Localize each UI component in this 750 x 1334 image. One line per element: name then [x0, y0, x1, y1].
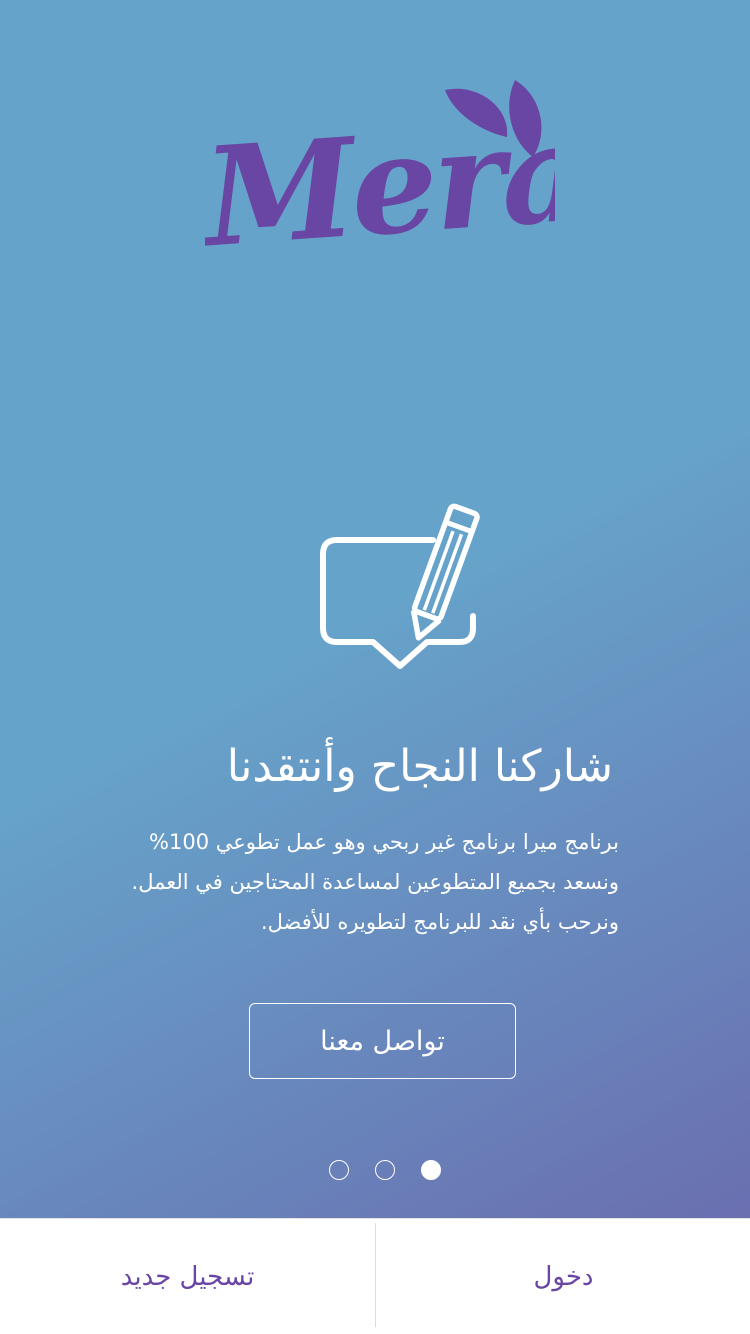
contact-us-button[interactable]: تواصل معنا — [249, 1003, 516, 1079]
mera-logo: Mera — [205, 80, 555, 275]
slide-headline: شاركنا النجاح وأنتقدنا — [226, 741, 613, 792]
logo-text: Mera — [205, 92, 555, 275]
page-dot[interactable] — [329, 1160, 349, 1180]
page-dot[interactable] — [375, 1160, 395, 1180]
description-line: ونرحب بأي نقد للبرنامج لتطويره للأفضل. — [260, 910, 619, 934]
onboarding-slide[interactable]: Mera شاركنا النجاح وأنتقدنا برنامج ميرا … — [0, 0, 750, 1218]
edit-note-icon — [320, 503, 480, 669]
slide-description: برنامج ميرا برنامج غير ربحي وهو عمل تطوع… — [59, 822, 619, 942]
page-indicator — [329, 1160, 445, 1186]
register-button[interactable]: تسجيل جديد — [0, 1219, 375, 1334]
bottom-action-bar: تسجيل جديد دخول — [0, 1218, 750, 1334]
onboarding-screen: Mera شاركنا النجاح وأنتقدنا برنامج ميرا … — [0, 0, 750, 1334]
page-dot-active[interactable] — [421, 1160, 441, 1180]
login-button[interactable]: دخول — [376, 1219, 750, 1334]
description-line: برنامج ميرا برنامج غير ربحي وهو عمل تطوع… — [149, 830, 619, 854]
description-line: ونسعد بجميع المتطوعين لمساعدة المحتاجين … — [131, 870, 619, 894]
